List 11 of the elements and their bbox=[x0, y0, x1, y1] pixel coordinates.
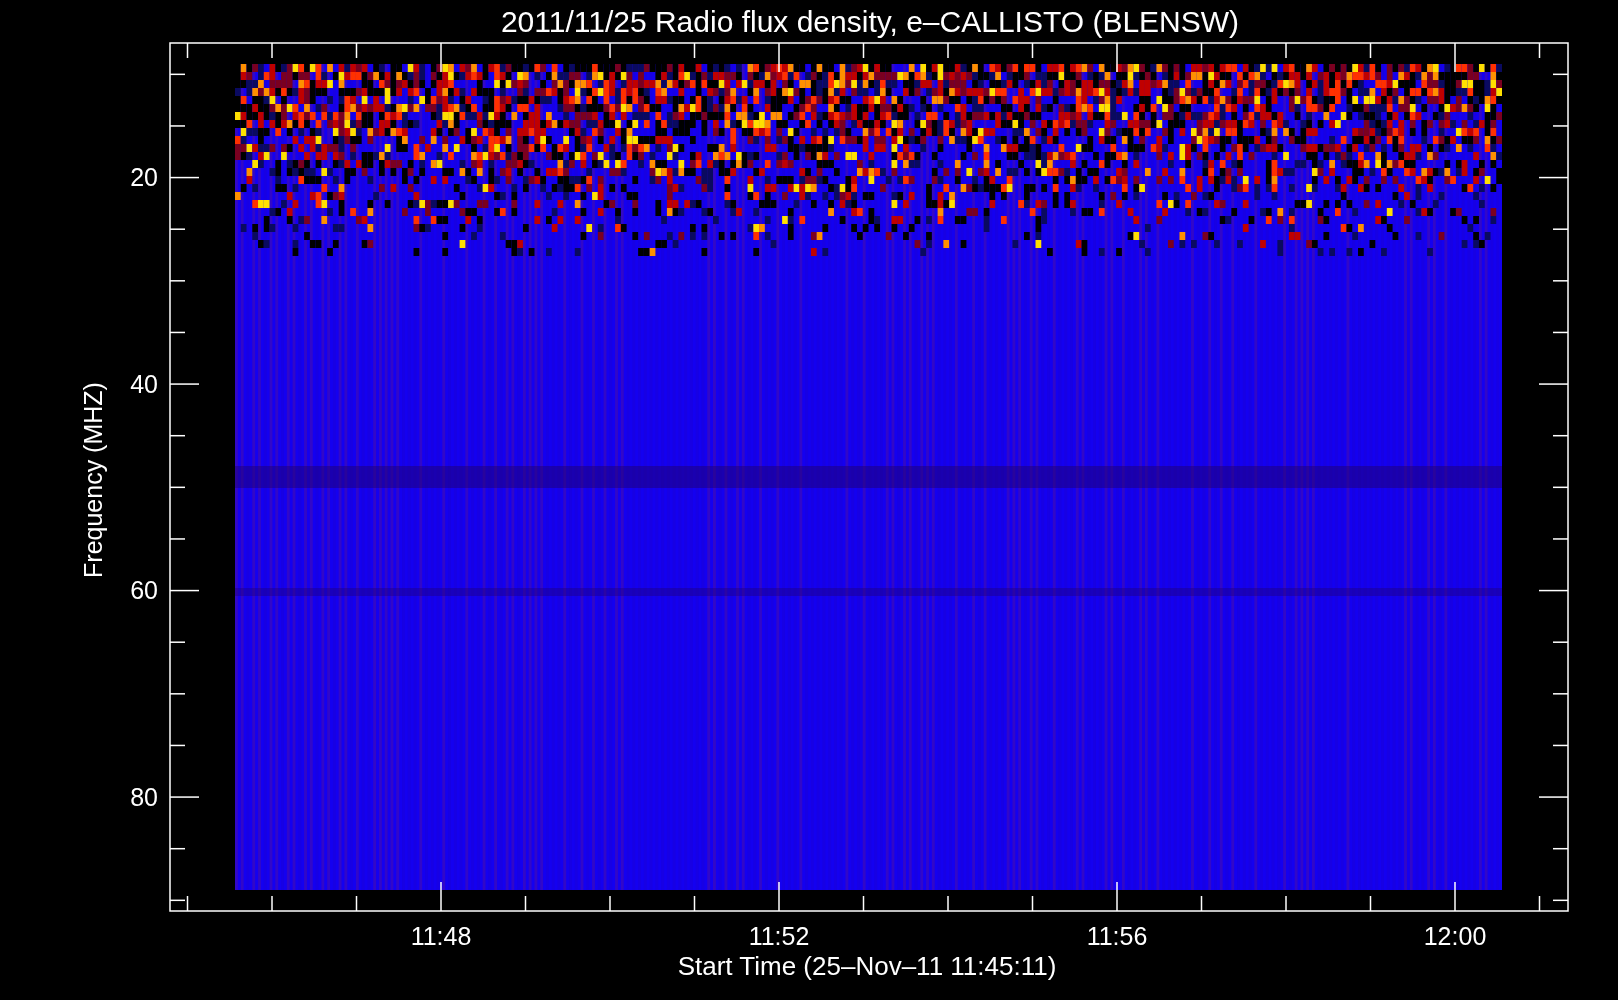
x-tick-label: 11:52 bbox=[748, 922, 810, 950]
y-axis-label: Frequency (MHZ) bbox=[79, 382, 107, 578]
chart-title: 2011/11/25 Radio flux density, e–CALLISTO (BLENSW) bbox=[500, 5, 1240, 38]
x-tick-label: 11:48 bbox=[410, 922, 472, 950]
y-tick-label: 20 bbox=[130, 163, 158, 191]
y-tick-label: 40 bbox=[130, 369, 158, 398]
y-tick-label: 60 bbox=[130, 576, 158, 604]
x-tick-label: 11:56 bbox=[1086, 922, 1148, 950]
y-tick-label: 80 bbox=[130, 782, 158, 811]
x-tick-label: 12:00 bbox=[1423, 922, 1487, 950]
x-axis-label: Start Time (25–Nov–11 11:45:11) bbox=[677, 951, 1057, 981]
